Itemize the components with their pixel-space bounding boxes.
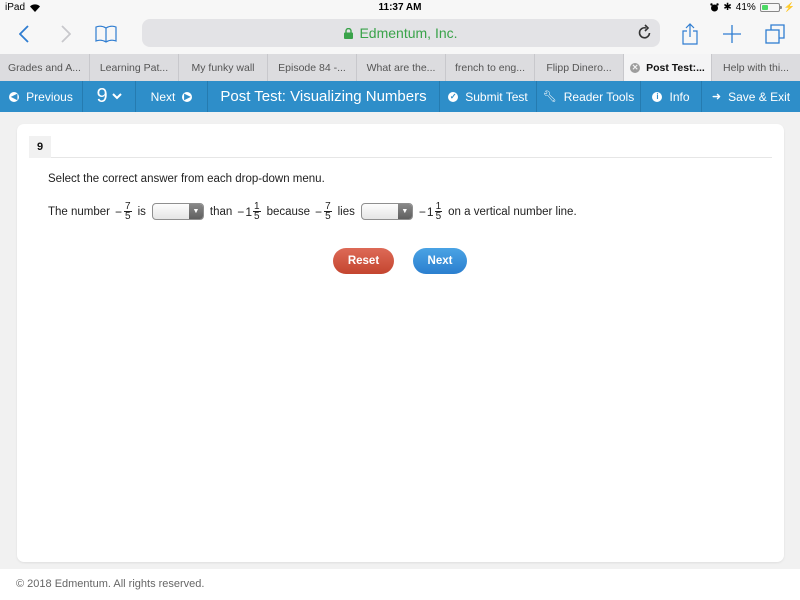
browser-tab-strip: Grades and A... Learning Pat... My funky… xyxy=(0,54,800,81)
book-icon[interactable] xyxy=(94,21,118,47)
browser-tab[interactable]: Episode 84 -... xyxy=(268,54,357,81)
alarm-icon xyxy=(710,3,720,12)
question-card: 9 Select the correct answer from each dr… xyxy=(17,124,784,562)
sentence-text: The number xyxy=(48,205,111,218)
plus-icon[interactable] xyxy=(722,21,742,47)
arrow-right-circle-icon: ▶ xyxy=(182,91,193,102)
mixed-number-negative-1-1-5: − 1 15 xyxy=(237,202,261,222)
browser-tab[interactable]: Learning Pat... xyxy=(90,54,179,81)
minus-sign: − xyxy=(315,204,323,219)
answer-dropdown-2[interactable]: ▼ xyxy=(360,203,413,220)
next-nav-label: Next xyxy=(150,89,176,104)
browser-tab[interactable]: Help with thi... xyxy=(712,54,800,81)
denominator: 5 xyxy=(125,211,131,222)
info-button[interactable]: i Info xyxy=(641,81,702,112)
tab-label: Post Test:... xyxy=(646,61,705,74)
check-circle-icon: ✓ xyxy=(448,91,459,102)
tab-label: french to eng... xyxy=(454,61,526,74)
fraction-negative-7-5: − 75 xyxy=(115,202,133,222)
url-bar[interactable]: Edmentum, Inc. xyxy=(142,19,660,47)
battery-percent: 41% xyxy=(735,2,756,13)
minus-sign: − xyxy=(115,204,123,219)
battery-level xyxy=(761,5,769,10)
lock-icon xyxy=(344,27,354,39)
question-number: 9 xyxy=(96,85,108,107)
battery-icon xyxy=(759,3,782,12)
tab-label: Learning Pat... xyxy=(99,61,169,74)
test-title: Post Test: Visualizing Numbers xyxy=(208,81,440,112)
dropdown-arrow-icon: ▼ xyxy=(397,204,412,219)
footer-copyright: © 2018 Edmentum. All rights reserved. xyxy=(16,578,205,590)
tabs-icon[interactable] xyxy=(764,21,786,47)
save-exit-label: Save & Exit xyxy=(728,89,791,104)
reset-button[interactable]: Reset xyxy=(333,248,394,274)
tab-label: My funky wall xyxy=(191,61,255,74)
next-nav-button[interactable]: Next ▶ xyxy=(136,81,208,112)
submit-test-button[interactable]: ✓ Submit Test xyxy=(440,81,537,112)
minus-sign: − xyxy=(418,204,426,219)
fraction-negative-7-5: − 75 xyxy=(315,202,333,222)
question-number-badge: 9 xyxy=(29,136,51,158)
tab-label: Help with thi... xyxy=(723,61,789,74)
chevron-down-icon xyxy=(111,93,122,100)
browser-tab[interactable]: My funky wall xyxy=(179,54,268,81)
test-title-text: Post Test: Visualizing Numbers xyxy=(220,88,427,105)
sentence-text: lies xyxy=(337,205,355,218)
dropdown-arrow-icon: ▼ xyxy=(188,204,203,219)
whole-part: 1 xyxy=(245,204,252,219)
reader-tools-button[interactable]: 🔧︎ Reader Tools xyxy=(537,81,641,112)
tab-label: Flipp Dinero... xyxy=(546,61,612,74)
browser-tab[interactable]: Grades and A... xyxy=(0,54,90,81)
answer-dropdown-1[interactable]: ▼ xyxy=(151,203,204,220)
next-button[interactable]: Next xyxy=(413,248,467,274)
chevron-right-icon[interactable] xyxy=(58,21,74,47)
question-instructions: Select the correct answer from each drop… xyxy=(48,173,325,185)
sentence-text: on a vertical number line. xyxy=(448,205,577,218)
info-label: Info xyxy=(669,89,690,104)
sentence-text: than xyxy=(209,205,233,218)
minus-sign: − xyxy=(237,204,245,219)
reload-icon[interactable] xyxy=(638,24,652,40)
share-icon[interactable] xyxy=(681,21,699,47)
save-exit-button[interactable]: ➜ Save & Exit xyxy=(702,81,800,112)
whole-part: 1 xyxy=(426,204,434,219)
close-tab-icon[interactable]: ✕ xyxy=(630,62,641,73)
tab-label: Grades and A... xyxy=(8,61,81,74)
browser-tab[interactable]: What are the... xyxy=(357,54,446,81)
previous-label: Previous xyxy=(26,89,73,104)
sign-in-icon: ➜ xyxy=(711,91,722,103)
sentence-text: is xyxy=(137,205,146,218)
sentence-text: because xyxy=(266,205,311,218)
browser-toolbar: Edmentum, Inc. xyxy=(0,17,800,54)
charging-icon: ⚡ xyxy=(783,2,795,12)
chevron-left-icon[interactable] xyxy=(16,21,32,47)
question-header: 9 xyxy=(29,136,772,158)
ios-status-bar: iPad 11:37 AM ✱ 41% ⚡ xyxy=(0,0,800,17)
bluetooth-icon: ✱ xyxy=(723,2,732,13)
denominator: 5 xyxy=(435,211,442,222)
browser-tab[interactable]: french to eng... xyxy=(446,54,535,81)
url-text: Edmentum, Inc. xyxy=(359,25,458,41)
submit-test-label: Submit Test xyxy=(465,89,528,104)
denominator: 5 xyxy=(254,211,260,222)
arrow-left-circle-icon: ◀ xyxy=(9,91,20,102)
mixed-number-negative-1-1-5: − 1 15 xyxy=(418,202,443,222)
browser-tab[interactable]: Flipp Dinero... xyxy=(535,54,624,81)
browser-tab-active[interactable]: ✕ Post Test:... xyxy=(624,54,712,81)
info-icon: i xyxy=(652,91,663,102)
reader-tools-label: Reader Tools xyxy=(563,89,635,104)
question-number-dropdown[interactable]: 9 xyxy=(83,81,136,112)
status-time: 11:37 AM xyxy=(378,2,422,13)
wrench-icon: 🔧︎ xyxy=(542,91,557,103)
question-sentence: The number − 75 is ▼ than − 1 15 because… xyxy=(48,202,577,222)
tab-label: What are the... xyxy=(366,61,436,74)
denominator: 5 xyxy=(325,211,331,222)
previous-button[interactable]: ◀ Previous xyxy=(0,81,83,112)
test-nav-bar: ◀ Previous 9 Next ▶ Post Test: Visualizi… xyxy=(0,81,800,112)
tab-label: Episode 84 -... xyxy=(278,61,346,74)
